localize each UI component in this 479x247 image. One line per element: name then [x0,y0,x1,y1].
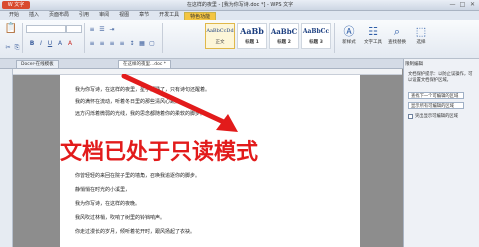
tab-page-layout[interactable]: 页面布局 [44,11,74,20]
find-replace-icon: ⌕ [393,25,401,38]
tab-references[interactable]: 引用 [74,11,94,20]
select-button[interactable]: ⬚ 选择 [410,24,432,52]
align-left-icon[interactable]: ≡ [88,40,96,47]
bullet-list-icon[interactable]: ≡ [88,26,96,33]
font-color-icon[interactable]: A [66,40,74,47]
underline-icon[interactable]: U [46,40,54,47]
tab-review[interactable]: 审阅 [94,11,114,20]
read-only-annotation: 文档已处于只读模式 [60,140,259,165]
text-tools-icon: ☷ [368,25,378,38]
menu-bar: 开始 插入 页面布局 引用 审阅 视图 章节 开发工具 特色功能 [0,11,479,21]
style-heading-3[interactable]: AaBbCc 标题 3 [301,23,331,49]
text-tools-button[interactable]: ☷ 文字工具 [362,24,384,52]
checkbox[interactable] [408,113,413,119]
shading-icon[interactable]: ▦ [138,40,146,47]
justify-icon[interactable]: ≡ [118,40,126,47]
cut-icon[interactable]: ✂ [4,44,12,51]
style-normal[interactable]: AaBbCcDd 正文 [205,23,235,49]
close-button[interactable]: ✕ [468,1,477,9]
new-style-button[interactable]: Ⓐ 新样式 [338,24,360,52]
app-menu-button[interactable]: W 文字 [2,1,30,9]
style-heading-1[interactable]: AaBb 标题 1 [237,23,267,49]
title-bar: W 文字 在这样的夜里 - [我为你写诗.doc *] - WPS 文字 — □… [0,0,479,11]
border-icon[interactable]: ▢ [148,40,156,47]
pane-intro: 文档保护提示：以防止误操作，可以设置文档保护区域。 [408,72,473,83]
doc-paragraph: 你走过漫长的岁月，倾听着花开时，跟风扬起了衣袂。 [75,229,196,235]
ribbon: 📋 ✂ ⎘ B I U A A ≡ ☰ ⇥ ≡ ≡ ≡ ≡ ↕ ▦ ▢ AaBb… [0,20,479,59]
font-name-select[interactable] [26,25,66,33]
restrict-editing-pane [403,59,479,247]
maximize-button[interactable]: □ [458,1,467,9]
new-style-icon: Ⓐ [343,25,355,38]
checkbox-label: 突出显示可编辑的区域 [415,114,458,119]
tab-insert[interactable]: 插入 [24,11,44,20]
show-all-editable-button[interactable]: 显示所有可编辑的区域 [408,102,464,109]
tab-view[interactable]: 视图 [114,11,134,20]
highlight-editable-option[interactable]: 突出显示可编辑的区域 [408,113,474,119]
tab-home[interactable]: 开始 [4,11,24,20]
align-right-icon[interactable]: ≡ [108,40,116,47]
left-navigation-bar [0,69,13,247]
find-next-editable-button[interactable]: 查找下一个可编辑的区域 [408,92,464,99]
copy-icon[interactable]: ⎘ [13,44,21,51]
doc-paragraph: 你曾轻轻的来回在院子里的墙角，召唤我追逐你的脚步。 [75,173,201,179]
doc-paragraph: 我为你写诗，在这样的夜晚。 [75,201,141,207]
window-title: 在这样的夜里 - [我为你写诗.doc *] - WPS 文字 [186,2,294,8]
font-size-select[interactable] [66,25,82,33]
italic-icon[interactable]: I [37,40,45,47]
style-heading-2[interactable]: AaBbC 标题 2 [269,23,299,49]
tab-developer[interactable]: 开发工具 [154,11,184,20]
doc-paragraph: 我风吹过林梢，吹响了树里的铃铛响声。 [75,215,166,221]
find-replace-button[interactable]: ⌕ 查找替换 [386,24,408,52]
doc-tab-current[interactable]: 在这样的夜里...doc * [118,60,172,68]
strikethrough-icon[interactable]: A [56,40,64,47]
doc-paragraph: 静悄悄在时光的小溪里， [75,187,131,193]
doc-tab-docer[interactable]: Docer-在线模板 [16,60,59,68]
line-spacing-icon[interactable]: ↕ [128,40,136,47]
paste-icon[interactable]: 📋 [4,22,18,42]
indent-icon[interactable]: ⇥ [108,26,116,33]
minimize-button[interactable]: — [448,1,457,9]
pane-title: 限制编辑 [405,62,423,67]
tab-chapter[interactable]: 章节 [134,11,154,20]
bold-icon[interactable]: B [28,40,36,47]
select-icon: ⬚ [415,25,427,38]
align-center-icon[interactable]: ≡ [98,40,106,47]
numbered-list-icon[interactable]: ☰ [98,26,106,33]
window-controls: — □ ✕ [448,1,477,9]
